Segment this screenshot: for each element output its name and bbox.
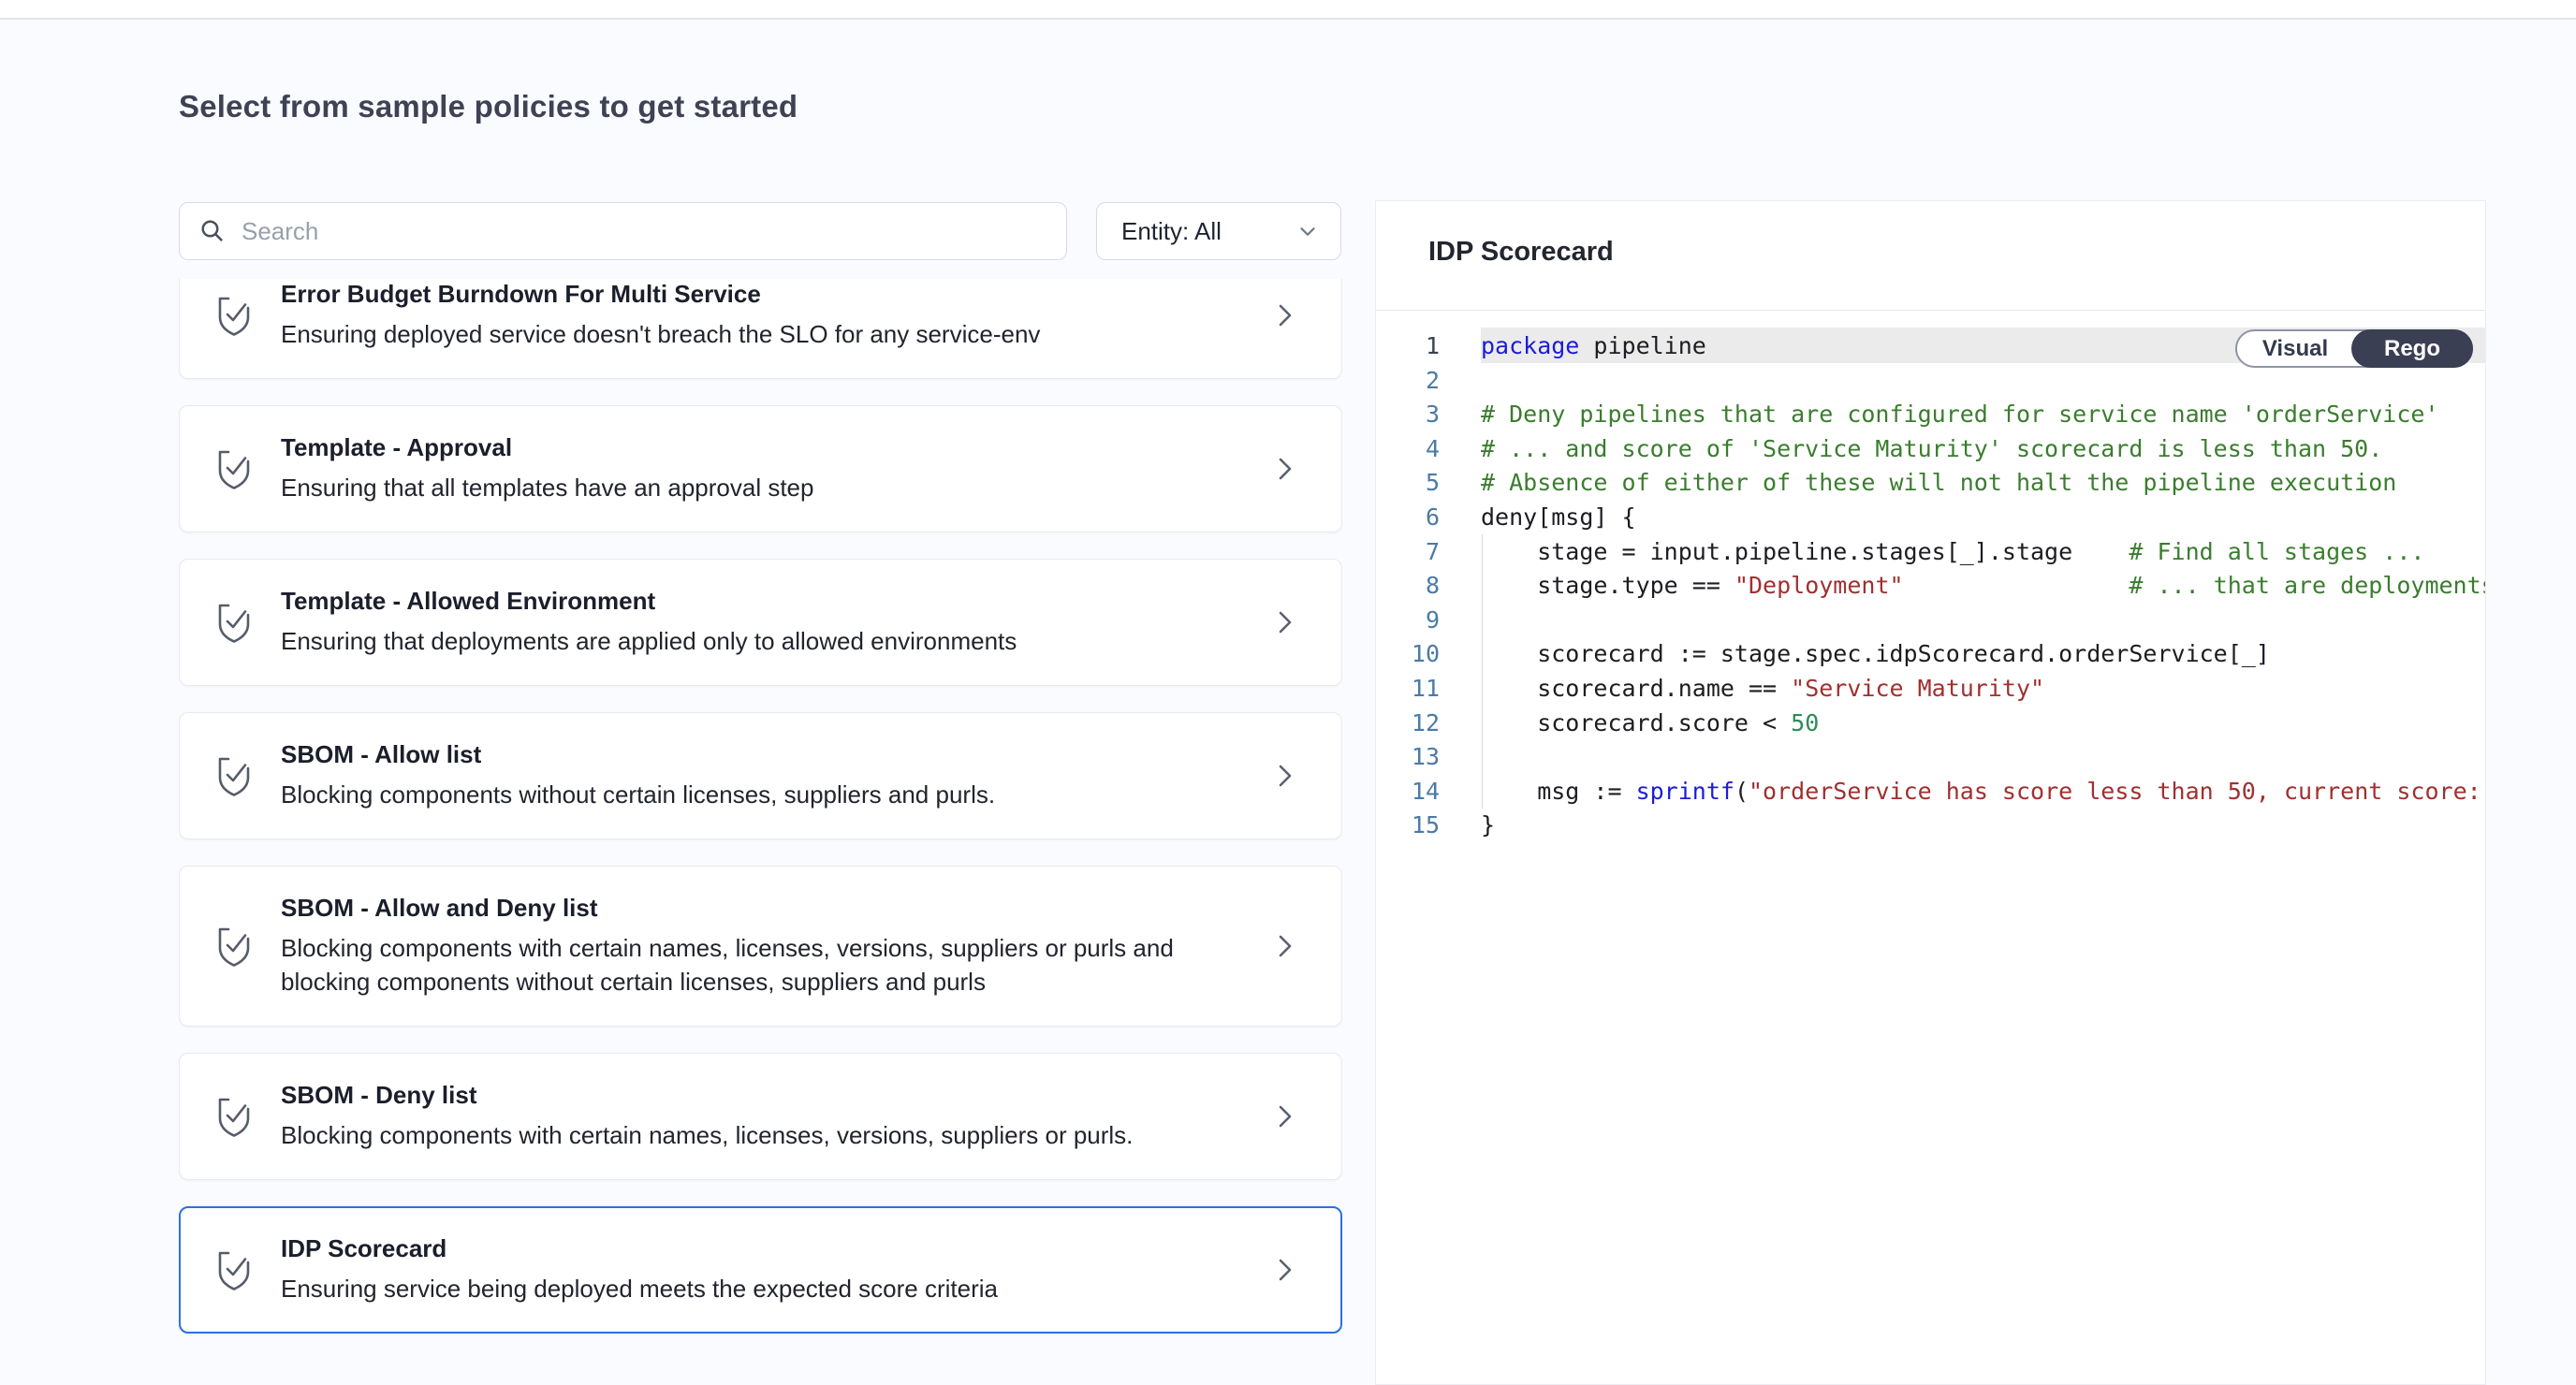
chevron-right-icon [1268,453,1300,485]
rego-mode-button[interactable]: Rego [2351,329,2473,368]
chevron-down-icon [1295,219,1320,243]
policy-card-title: Error Budget Burndown For Multi Service [281,280,1250,308]
line-number: 3 [1376,397,1440,431]
line-number: 4 [1376,431,1440,466]
chevron-right-icon [1268,299,1300,331]
line-number: 9 [1376,603,1440,637]
shield-check-icon [213,1094,255,1139]
policy-card[interactable]: SBOM - Allow and Deny list Blocking comp… [179,866,1342,1027]
shield-check-icon [213,753,255,798]
policy-card-text: SBOM - Deny list Blocking components wit… [281,1081,1250,1152]
policy-card-description: Blocking components with certain names, … [281,1118,1222,1152]
line-number: 15 [1376,808,1440,842]
code-line: msg := sprintf("orderService has score l… [1481,774,2486,809]
line-number: 11 [1376,671,1440,706]
code-line: package pipeline [1481,328,1706,363]
line-number: 2 [1376,363,1440,398]
policy-card-title: IDP Scorecard [281,1234,1250,1262]
page-title: Select from sample policies to get start… [179,89,798,124]
policy-card-title: Template - Allowed Environment [281,587,1250,615]
line-number: 1 [1376,328,1440,363]
policy-card-title: SBOM - Deny list [281,1081,1250,1109]
code-line: scorecard := stage.spec.idpScorecard.ord… [1481,636,2270,671]
rego-code-editor: Visual Rego 1 package pipeline 23 # Deny pi… [1376,311,2485,1384]
policy-card[interactable]: Error Budget Burndown For Multi Service … [179,279,1342,379]
policy-card-text: SBOM - Allow list Blocking components wi… [281,740,1250,811]
chevron-right-icon [1268,760,1300,792]
entity-filter-label: Entity: All [1121,217,1222,246]
shield-check-icon [213,446,255,491]
search-input[interactable] [242,217,1047,246]
policy-preview-panel: IDP Scorecard Visual Rego 1 package pipel… [1375,200,2486,1385]
search-box[interactable] [179,202,1067,260]
policy-card-title: Template - Approval [281,433,1250,461]
code-line: stage.type == "Deployment" # ... that ar… [1481,568,2486,603]
top-bar [0,0,2576,20]
code-line: deny[msg] { [1481,500,1636,534]
line-number: 12 [1376,706,1440,740]
shield-check-icon [213,293,255,338]
policy-card-text: Error Budget Burndown For Multi Service … [281,280,1250,351]
code-line: # Absence of either of these will not ha… [1481,465,2396,500]
code-line: scorecard.name == "Service Maturity" [1481,671,2044,706]
policy-card-description: Ensuring deployed service doesn't breach… [281,317,1222,351]
policy-card-text: SBOM - Allow and Deny list Blocking comp… [281,894,1250,999]
policy-card-text: Template - Allowed Environment Ensuring … [281,587,1250,658]
policy-list: Error Budget Burndown For Multi Service … [179,279,1342,1385]
policy-card[interactable]: Template - Allowed Environment Ensuring … [179,559,1342,686]
code-line: # ... and score of 'Service Maturity' sc… [1481,431,2382,466]
visual-mode-button[interactable]: Visual [2237,331,2353,366]
preview-title: IDP Scorecard [1428,237,1614,268]
code-line: } [1481,808,1495,842]
shield-check-icon [213,924,255,969]
policy-card-description: Ensuring that deployments are applied on… [281,624,1222,658]
line-number: 13 [1376,739,1440,774]
policy-card-description: Blocking components with certain names, … [281,931,1222,999]
chevron-right-icon [1268,606,1300,638]
shield-check-icon [213,1247,255,1292]
code-line: stage = input.pipeline.stages[_].stage #… [1481,534,2424,569]
policy-card-text: Template - Approval Ensuring that all te… [281,433,1250,504]
editor-mode-toggle: Visual Rego [2235,329,2473,368]
policy-card-text: IDP Scorecard Ensuring service being dep… [281,1234,1250,1305]
line-number: 8 [1376,568,1440,603]
policy-card-description: Ensuring service being deployed meets th… [281,1272,1222,1305]
code-line: # Deny pipelines that are configured for… [1481,397,2439,431]
line-number: 5 [1376,465,1440,500]
policy-card-description: Ensuring that all templates have an appr… [281,471,1222,504]
policy-card[interactable]: IDP Scorecard Ensuring service being dep… [179,1206,1342,1334]
chevron-right-icon [1268,1254,1300,1286]
chevron-right-icon [1268,1101,1300,1132]
policy-card-description: Blocking components without certain lice… [281,778,1222,811]
policy-card-title: SBOM - Allow and Deny list [281,894,1250,922]
line-number: 14 [1376,774,1440,809]
line-number: 10 [1376,636,1440,671]
entity-filter-dropdown[interactable]: Entity: All [1096,202,1341,260]
line-number: 6 [1376,500,1440,534]
shield-check-icon [213,600,255,645]
policy-card-title: SBOM - Allow list [281,740,1250,768]
chevron-right-icon [1268,930,1300,962]
policy-card[interactable]: SBOM - Allow list Blocking components wi… [179,712,1342,839]
search-icon [198,217,227,245]
code-line: scorecard.score < 50 [1481,706,1819,740]
policy-card[interactable]: Template - Approval Ensuring that all te… [179,405,1342,532]
line-number: 7 [1376,534,1440,569]
policy-card[interactable]: SBOM - Deny list Blocking components wit… [179,1053,1342,1180]
